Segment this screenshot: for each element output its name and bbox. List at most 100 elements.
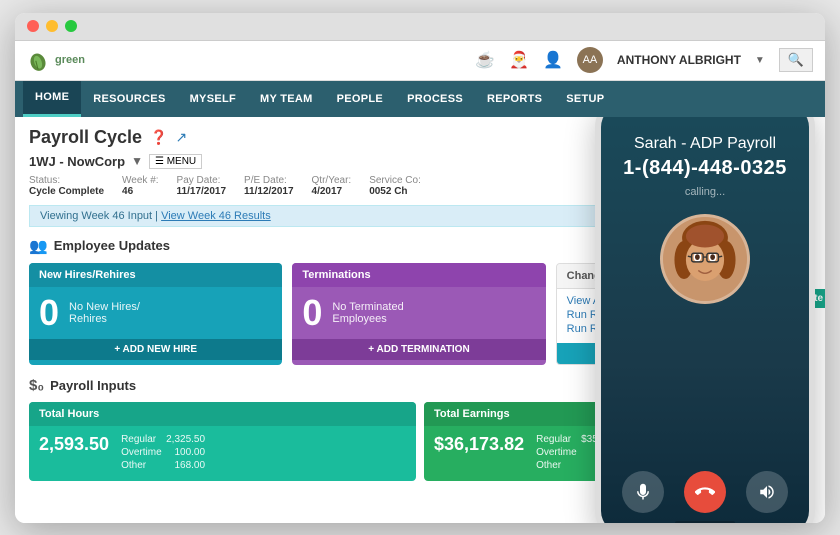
total-earnings-number: $36,173.82 (434, 434, 524, 455)
terminations-header: Terminations (292, 263, 545, 287)
pe-date-item: P/E Date: 11/12/2017 (244, 175, 294, 197)
view-results-link[interactable]: View Week 46 Results (161, 210, 271, 222)
pe-date-label: P/E Date: (244, 175, 294, 186)
new-hires-header: New Hires/Rehires (29, 263, 282, 287)
logo-area: green (27, 49, 85, 71)
home-indicator (675, 521, 735, 523)
search-button[interactable]: 🔍 (779, 48, 813, 72)
earnings-other-label: Other (536, 460, 561, 471)
phone-battery: 100% (776, 117, 799, 119)
earnings-regular-label: Regular (536, 434, 571, 445)
total-hours-rows: Regular 2,325.50 Overtime 100.00 Other (121, 434, 205, 473)
viewing-text: Viewing Week 46 Input | (40, 210, 161, 222)
help-icon[interactable]: ❓ (150, 129, 167, 146)
notification-icon[interactable]: ☕ (475, 50, 495, 70)
top-right: ☕ 🎅 👤 AA ANTHONY ALBRIGHT ▼ 🔍 (475, 47, 813, 73)
nav-item-setup[interactable]: SETUP (554, 81, 616, 117)
top-bar: green ☕ 🎅 👤 AA ANTHONY ALBRIGHT ▼ 🔍 (15, 41, 825, 81)
add-new-hire-button[interactable]: + ADD NEW HIRE (29, 339, 282, 360)
total-hours-number: 2,593.50 (39, 434, 109, 455)
hours-regular-value: 2,325.50 (166, 434, 205, 445)
service-value: 0052 Ch (369, 186, 407, 197)
terminations-card: Terminations 0 No TerminatedEmployees + … (292, 263, 545, 365)
status-item: Status: Cycle Complete (29, 175, 104, 197)
new-hires-count: 0 (39, 295, 59, 331)
maximize-button[interactable] (65, 20, 77, 32)
close-button[interactable] (27, 20, 39, 32)
nav-item-myself[interactable]: MYSELF (178, 81, 248, 117)
app-content: green ☕ 🎅 👤 AA ANTHONY ALBRIGHT ▼ 🔍 HOME… (15, 41, 825, 523)
total-hours-body: 2,593.50 Regular 2,325.50 Overtime 100.0… (29, 426, 416, 481)
calling-status: calling... (685, 186, 725, 198)
main-content: Payroll Cycle ❓ ↗ 1WJ - NowCorp ▼ ☰ MENU… (15, 117, 825, 523)
nav-item-reports[interactable]: REPORTS (475, 81, 554, 117)
hours-overtime-row: Overtime 100.00 (121, 447, 205, 458)
hours-other-row: Other 168.00 (121, 460, 205, 471)
earnings-overtime-label: Overtime (536, 447, 577, 458)
status-value: Cycle Complete (29, 186, 104, 197)
dropdown-cycle-icon[interactable]: ▼ (131, 154, 143, 168)
week-label: Week #: (122, 175, 159, 186)
page-title: Payroll Cycle (29, 127, 142, 148)
terminations-label: No TerminatedEmployees (332, 301, 403, 325)
hours-overtime-label: Overtime (121, 447, 162, 458)
new-hires-card: New Hires/Rehires 0 No New Hires/Rehires… (29, 263, 282, 365)
end-call-icon (695, 482, 715, 502)
nav-item-myteam[interactable]: MY TEAM (248, 81, 325, 117)
mute-button[interactable] (622, 471, 664, 513)
pe-date-value: 11/12/2017 (244, 186, 294, 197)
minimize-button[interactable] (46, 20, 58, 32)
caller-photo (663, 215, 747, 303)
hours-other-value: 168.00 (174, 460, 205, 471)
hours-overtime-value: 100.00 (174, 447, 205, 458)
qtr-label: Qtr/Year: (312, 175, 352, 186)
dropdown-arrow-icon[interactable]: ▼ (755, 55, 765, 66)
speaker-icon (758, 483, 776, 501)
nav-item-home[interactable]: HOME (23, 81, 81, 117)
phone-controls (622, 471, 788, 513)
hours-regular-label: Regular (121, 434, 156, 445)
week-value: 46 (122, 186, 133, 197)
user-name: ANTHONY ALBRIGHT (617, 53, 741, 67)
phone-status-bar: 4:32 PM 100% (601, 117, 809, 123)
pay-date-label: Pay Date: (177, 175, 227, 186)
add-termination-button[interactable]: + ADD TERMINATION (292, 339, 545, 360)
nav-bar: HOME RESOURCES MYSELF MY TEAM PEOPLE PRO… (15, 81, 825, 117)
menu-button[interactable]: ☰ MENU (149, 154, 202, 169)
service-label: Service Co: (369, 175, 421, 186)
caller-name: Sarah - ADP Payroll (634, 135, 776, 153)
nav-item-people[interactable]: PEOPLE (325, 81, 395, 117)
status-label: Status: (29, 175, 104, 186)
phone-screen: 4:32 PM 100% Sarah - ADP Payroll 1-(844)… (601, 117, 809, 523)
end-call-button[interactable] (684, 471, 726, 513)
qtr-item: Qtr/Year: 4/2017 (312, 175, 352, 197)
phone-number: 1-(844)-448-0325 (623, 157, 787, 180)
avatar: AA (577, 47, 603, 73)
terminations-count: 0 (302, 295, 322, 331)
logo-text: green (55, 54, 85, 66)
terminations-body: 0 No TerminatedEmployees (292, 287, 545, 339)
employee-updates-label: Employee Updates (54, 238, 170, 253)
total-hours-cell: Total Hours 2,593.50 Regular 2,325.50 (29, 402, 416, 481)
cycle-name: 1WJ - NowCorp (29, 154, 125, 169)
dollar-icon: $₀ (29, 377, 44, 394)
person-icon: 👥 (29, 237, 48, 255)
profile-icon[interactable]: 👤 (543, 50, 563, 70)
caller-avatar (660, 214, 750, 304)
hours-other-label: Other (121, 460, 146, 471)
nav-item-process[interactable]: PROCESS (395, 81, 475, 117)
week-item: Week #: 46 (122, 175, 159, 197)
nav-item-resources[interactable]: RESOURCES (81, 81, 177, 117)
calendar-icon[interactable]: 🎅 (509, 50, 529, 70)
pay-date-value: 11/17/2017 (177, 186, 227, 197)
total-hours-header: Total Hours (29, 402, 416, 426)
service-item: Service Co: 0052 Ch (369, 175, 421, 197)
mute-icon (634, 483, 652, 501)
phone-overlay: Complete − 4:32 PM 100% Sarah - ADP Payr… (585, 117, 825, 523)
speaker-button[interactable] (746, 471, 788, 513)
pay-date-item: Pay Date: 11/17/2017 (177, 175, 227, 197)
mac-titlebar (15, 13, 825, 41)
new-hires-body: 0 No New Hires/Rehires (29, 287, 282, 339)
expand-icon[interactable]: ↗ (176, 129, 188, 146)
phone-time: 4:32 PM (611, 117, 645, 119)
